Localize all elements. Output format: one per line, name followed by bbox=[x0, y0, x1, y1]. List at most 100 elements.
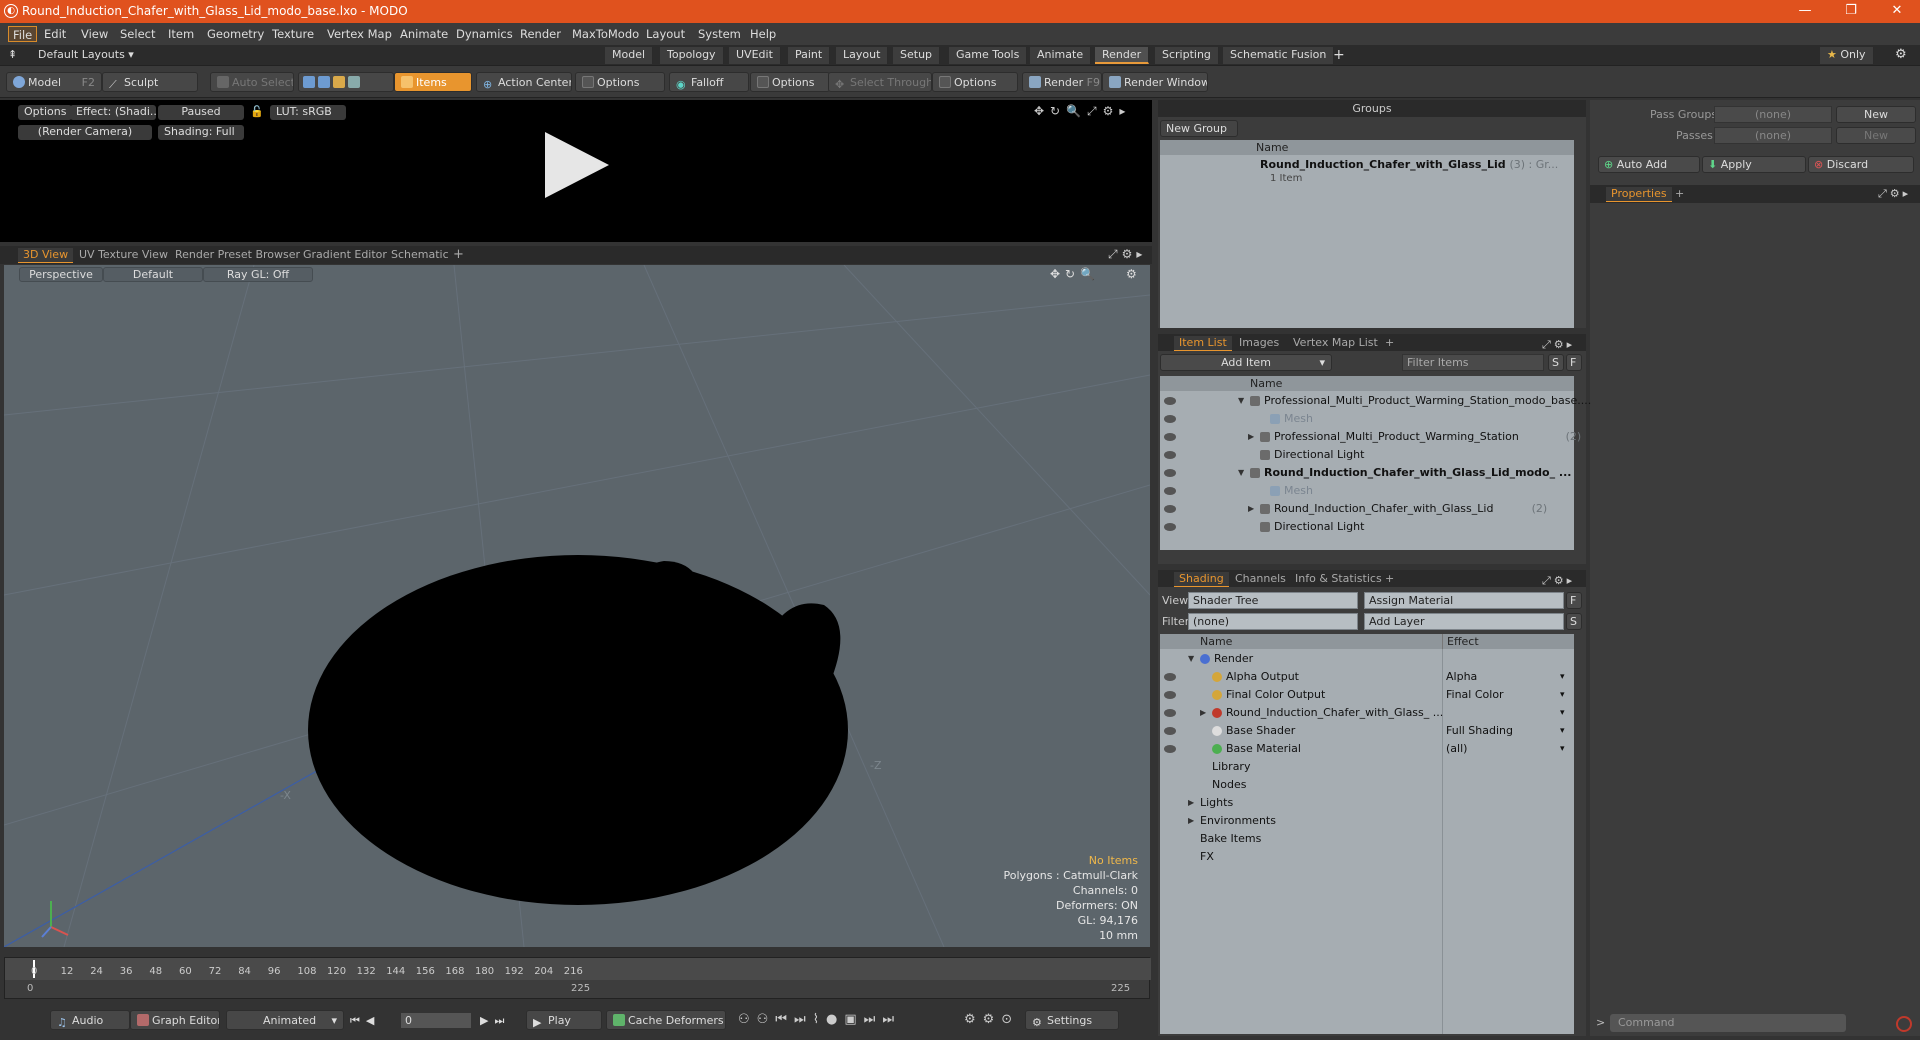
shading-dropdown[interactable]: Shading: Full bbox=[158, 125, 244, 140]
layout-tab-scripting[interactable]: Scripting bbox=[1155, 47, 1219, 64]
menu-help[interactable]: Help bbox=[746, 26, 780, 42]
shader-tree-row[interactable]: FX bbox=[1160, 848, 1574, 866]
audio-button[interactable]: ♫ Audio bbox=[50, 1010, 130, 1030]
transport-back-controls[interactable]: ⏮◀ bbox=[350, 1014, 380, 1028]
menu-system[interactable]: System bbox=[694, 26, 745, 42]
menu-select[interactable]: Select bbox=[116, 26, 159, 42]
falloff-button[interactable]: ◉ Falloff bbox=[669, 72, 749, 92]
new-pass-group-button[interactable]: New bbox=[1836, 106, 1916, 123]
shader-effect-value[interactable]: (all) bbox=[1446, 740, 1467, 758]
settings-button[interactable]: ⚙ Settings bbox=[1025, 1010, 1119, 1030]
action-center-button[interactable]: ⊕ Action Center bbox=[476, 72, 572, 92]
visibility-eye-icon[interactable] bbox=[1164, 469, 1176, 477]
add-tab-icon[interactable]: + bbox=[448, 248, 469, 263]
layout-tab-animate[interactable]: Animate bbox=[1030, 47, 1092, 64]
model-mode-button[interactable]: Model F2 bbox=[6, 72, 102, 92]
tab-images[interactable]: Images bbox=[1234, 336, 1284, 351]
animated-dropdown[interactable]: Animated ▾ bbox=[226, 1010, 344, 1030]
layout-tab-setup[interactable]: Setup bbox=[893, 47, 941, 64]
shader-effect-value[interactable]: Alpha bbox=[1446, 668, 1477, 686]
visibility-eye-icon[interactable] bbox=[1164, 433, 1176, 441]
shader-tree-row[interactable]: Library bbox=[1160, 758, 1574, 776]
expand-toggle-icon[interactable]: ▶ bbox=[1248, 500, 1254, 518]
layouts-icon[interactable]: ⇞ bbox=[8, 48, 17, 61]
shader-effect-value[interactable]: Final Color bbox=[1446, 686, 1504, 704]
sculpt-mode-button[interactable]: ⟋ Sculpt bbox=[102, 72, 198, 92]
menu-render[interactable]: Render bbox=[516, 26, 565, 42]
filter-items-input[interactable]: Filter Items bbox=[1402, 354, 1544, 371]
passes-dropdown[interactable]: (none) bbox=[1714, 127, 1832, 144]
visibility-eye-icon[interactable] bbox=[1164, 727, 1176, 735]
viewport-panel-controls[interactable]: ⤢⚙▸ bbox=[1108, 247, 1146, 262]
item-list-row[interactable]: ▶ Round_Induction_Chafer_with_Glass_Lid (2… bbox=[1160, 500, 1574, 518]
shader-effect-value[interactable]: Full Shading bbox=[1446, 722, 1513, 740]
group-item[interactable]: Round_Induction_Chafer_with_Glass_Lid (3… bbox=[1260, 156, 1558, 174]
falloff-options-button[interactable]: Options bbox=[750, 72, 830, 92]
shading-panel-controls[interactable]: ⤢⚙▸ bbox=[1542, 572, 1575, 589]
render-camera-dropdown[interactable]: (Render Camera) bbox=[18, 125, 152, 140]
extra-controls[interactable]: ⚙⚙⊙ bbox=[964, 1012, 1019, 1027]
render-window-button[interactable]: Render Window bbox=[1102, 72, 1208, 92]
visibility-eye-icon[interactable] bbox=[1164, 397, 1176, 405]
cache-deformers-button[interactable]: Cache Deformers bbox=[606, 1010, 726, 1030]
tab-schematic[interactable]: Schematic bbox=[386, 248, 454, 263]
3d-viewport[interactable]: Perspective Default Ray GL: Off ✥↻🔍 ⚙ -X… bbox=[4, 265, 1150, 947]
transport-forward-controls[interactable]: ▶⏭ bbox=[480, 1014, 510, 1028]
visibility-eye-icon[interactable] bbox=[1164, 451, 1176, 459]
add-item-dropdown[interactable]: Add Item ▾ bbox=[1160, 354, 1332, 371]
auto-add-button[interactable]: ⊕ Auto Add bbox=[1598, 156, 1700, 173]
shader-tree-row[interactable]: Nodes bbox=[1160, 776, 1574, 794]
item-list-row[interactable]: ▶ Professional_Multi_Product_Warming_Stat… bbox=[1160, 428, 1581, 446]
pass-groups-dropdown[interactable]: (none) bbox=[1714, 106, 1832, 123]
items-mode-button[interactable]: Items bbox=[394, 72, 472, 92]
chevron-down-icon[interactable]: ▾ bbox=[1560, 668, 1565, 686]
close-icon[interactable]: ✕ bbox=[1874, 0, 1920, 23]
preview-view-controls[interactable]: ✥↻🔍⤢⚙▸ bbox=[1034, 104, 1131, 119]
menu-maxtomodo[interactable]: MaxToModo bbox=[568, 26, 643, 42]
material-mode-icon[interactable] bbox=[348, 76, 360, 88]
menu-animate[interactable]: Animate bbox=[396, 26, 452, 42]
layout-tab-layout[interactable]: Layout bbox=[836, 47, 889, 64]
visibility-eye-icon[interactable] bbox=[1164, 709, 1176, 717]
ray-gl-toggle[interactable]: Ray GL: Off bbox=[203, 267, 313, 282]
tab-info-statistics[interactable]: Info & Statistics bbox=[1290, 572, 1387, 587]
record-macro-icon[interactable] bbox=[1896, 1016, 1912, 1032]
select-options-button[interactable]: Options bbox=[932, 72, 1018, 92]
expand-toggle-icon[interactable]: ▶ bbox=[1200, 704, 1206, 722]
add-properties-tab-icon[interactable]: + bbox=[1670, 187, 1689, 202]
layout-tab-render[interactable]: Render bbox=[1095, 47, 1150, 64]
layout-tab-schematic-fusion[interactable]: Schematic Fusion bbox=[1223, 47, 1335, 64]
apply-button[interactable]: ⬇ Apply bbox=[1702, 156, 1806, 173]
add-item-list-tab-icon[interactable]: + bbox=[1380, 336, 1399, 351]
menu-layout[interactable]: Layout bbox=[642, 26, 689, 42]
shader-tree-row[interactable]: Base Shader Full Shading ▾ bbox=[1160, 722, 1574, 740]
add-layout-icon[interactable]: + bbox=[1333, 47, 1345, 63]
default-style-dropdown[interactable]: Default bbox=[103, 267, 203, 282]
lock-icon[interactable]: 🔓 bbox=[250, 105, 264, 118]
viewport-nav-controls[interactable]: ✥↻🔍 bbox=[1050, 267, 1100, 281]
filter-f-button[interactable]: F bbox=[1566, 354, 1582, 371]
shader-tree-row[interactable]: Bake Items bbox=[1160, 830, 1574, 848]
preview-options-button[interactable]: Options bbox=[18, 105, 73, 120]
item-list-row[interactable]: Directional Light bbox=[1160, 518, 1574, 536]
tab-vertex-map-list[interactable]: Vertex Map List bbox=[1288, 336, 1383, 351]
visibility-eye-icon[interactable] bbox=[1164, 415, 1176, 423]
expand-toggle-icon[interactable]: ▼ bbox=[1188, 650, 1194, 668]
minimize-icon[interactable]: — bbox=[1782, 0, 1828, 23]
tab-render-preset-browser[interactable]: Render Preset Browser bbox=[170, 248, 305, 263]
layout-tab-game-tools[interactable]: Game Tools bbox=[949, 47, 1028, 64]
filter-s-button[interactable]: S bbox=[1548, 354, 1564, 371]
tab-uv-texture-view[interactable]: UV Texture View bbox=[74, 248, 173, 263]
play-icon[interactable] bbox=[545, 132, 609, 198]
polygon-mode-icon[interactable] bbox=[333, 76, 345, 88]
visibility-eye-icon[interactable] bbox=[1164, 487, 1176, 495]
tab-channels[interactable]: Channels bbox=[1230, 572, 1291, 587]
current-frame-input[interactable]: 0 bbox=[400, 1012, 472, 1029]
auto-select-button[interactable]: Auto Select bbox=[210, 72, 294, 92]
layout-tab-uvedit[interactable]: UVEdit bbox=[729, 47, 781, 64]
assign-material-dropdown[interactable]: Assign Material bbox=[1364, 592, 1564, 609]
restore-icon[interactable]: ❐ bbox=[1828, 0, 1874, 23]
chevron-down-icon[interactable]: ▾ bbox=[1560, 704, 1565, 722]
add-layer-dropdown[interactable]: Add Layer bbox=[1364, 613, 1564, 630]
item-list-panel-controls[interactable]: ⤢⚙▸ bbox=[1542, 336, 1575, 353]
